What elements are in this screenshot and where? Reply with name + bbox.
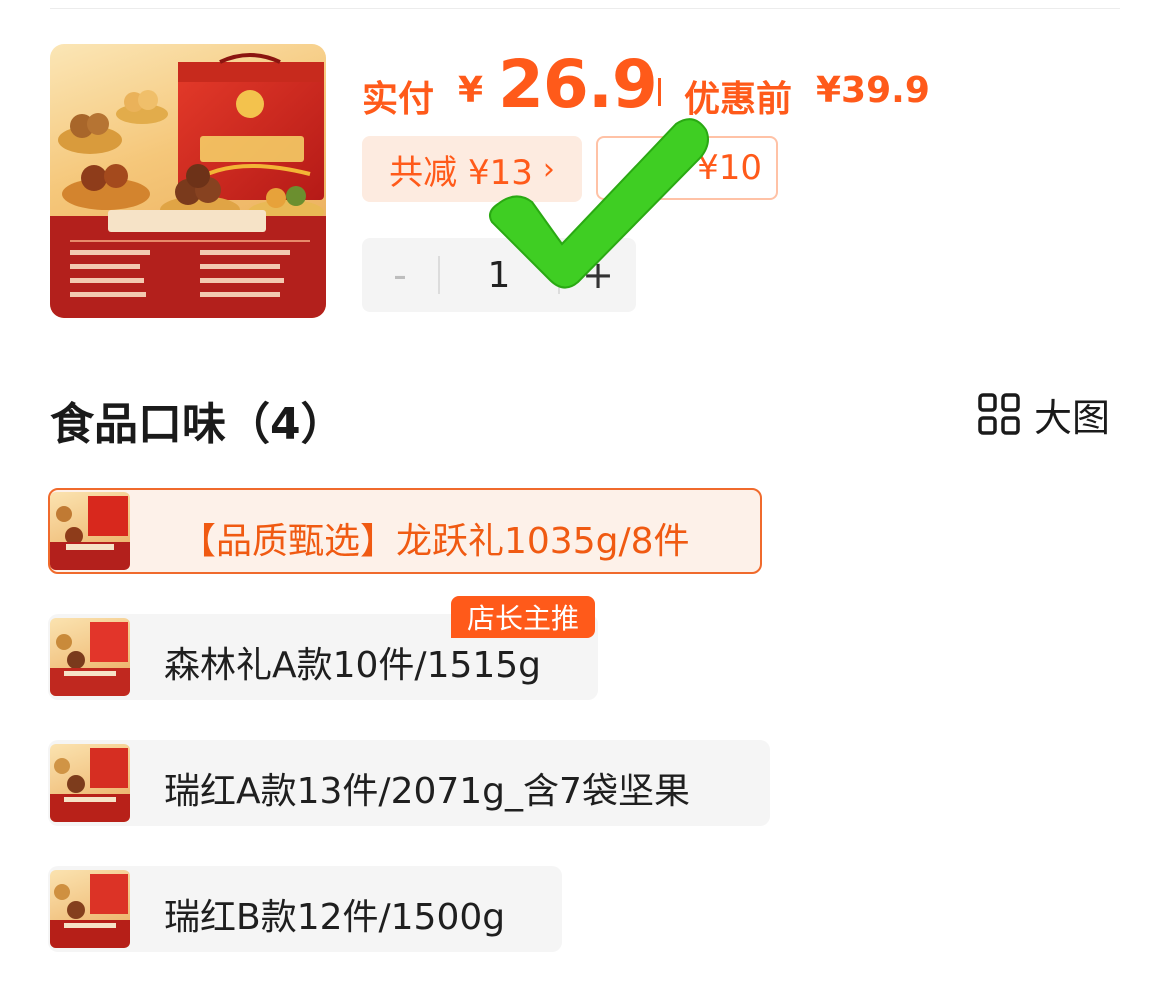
flavor-option[interactable]: 瑞红B款12件/1500g bbox=[48, 866, 562, 952]
before-discount-label: 优惠前 bbox=[684, 79, 793, 120]
quantity-stepper: - 1 + bbox=[362, 238, 636, 312]
total-discount-label: 共减 ¥13 bbox=[389, 152, 533, 193]
top-divider bbox=[50, 8, 1120, 9]
grid-icon bbox=[978, 393, 1020, 435]
flavor-label: 【品质甄选】龙跃礼1035g/8件 bbox=[180, 521, 690, 562]
quantity-value[interactable]: 1 bbox=[440, 238, 558, 312]
chevron-right-icon: › bbox=[542, 151, 555, 187]
flavor-label: 瑞红B款12件/1500g bbox=[164, 897, 506, 938]
decrease-button[interactable]: - bbox=[362, 238, 438, 312]
flavor-thumbnail bbox=[50, 492, 130, 570]
big-view-toggle[interactable]: 大图 bbox=[978, 390, 1110, 440]
before-discount-price: ¥39.9 bbox=[816, 70, 930, 111]
flavor-thumbnail bbox=[50, 870, 130, 948]
flavor-option-selected[interactable]: 【品质甄选】龙跃礼1035g/8件 bbox=[48, 488, 762, 574]
flavor-label: 森林礼A款10件/1515g bbox=[164, 645, 542, 686]
increase-button[interactable]: + bbox=[560, 238, 636, 312]
section-title: 食品口味（4） bbox=[50, 399, 345, 450]
big-view-label: 大图 bbox=[1034, 395, 1111, 440]
product-image[interactable] bbox=[50, 44, 326, 318]
recommended-badge: 店长主推 bbox=[451, 596, 595, 638]
paid-price: 26.9 bbox=[498, 46, 658, 123]
coupon-chip[interactable]: ¥10 bbox=[596, 136, 778, 200]
total-discount-chip[interactable]: 共减 ¥13 › bbox=[362, 136, 582, 202]
paid-label: 实付 bbox=[362, 79, 435, 120]
coupon-value: ¥10 bbox=[697, 148, 762, 188]
currency-symbol: ¥ bbox=[458, 70, 484, 111]
price-divider bbox=[658, 78, 661, 106]
flavor-label: 瑞红A款13件/2071g_含7袋坚果 bbox=[164, 771, 690, 812]
flavor-option[interactable]: 瑞红A款13件/2071g_含7袋坚果 bbox=[48, 740, 770, 826]
flavor-thumbnail bbox=[50, 618, 130, 696]
flavor-thumbnail bbox=[50, 744, 130, 822]
